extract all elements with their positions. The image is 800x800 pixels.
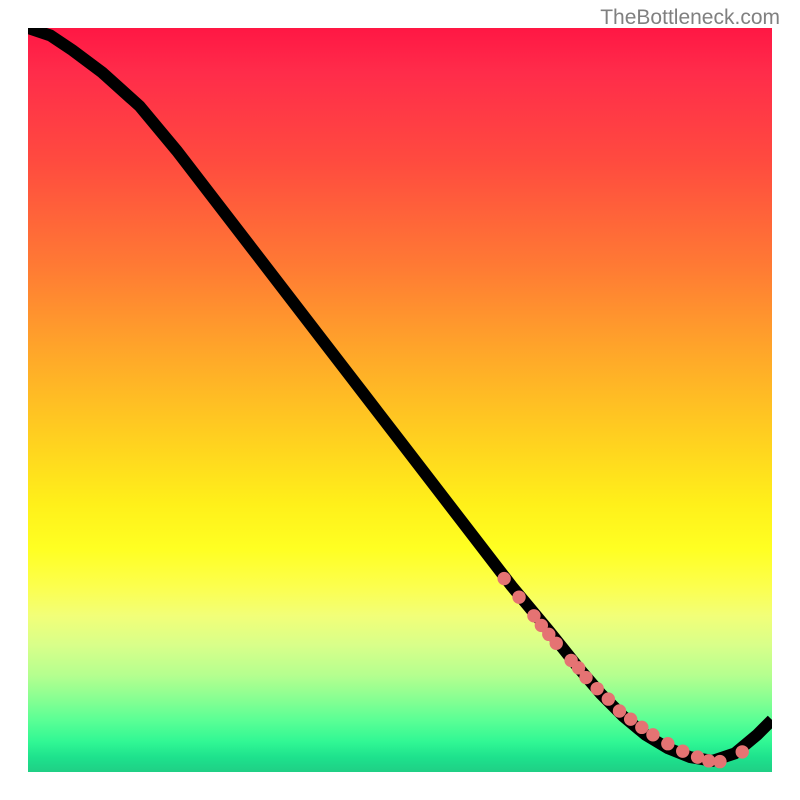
- watermark-text: TheBottleneck.com: [600, 6, 780, 30]
- scatter-point: [713, 755, 726, 768]
- scatter-point: [613, 704, 626, 717]
- chart-plot-area: [28, 28, 772, 772]
- scatter-point: [736, 745, 749, 758]
- scatter-point: [512, 590, 525, 603]
- scatter-point: [624, 712, 637, 725]
- scatter-point: [602, 692, 615, 705]
- scatter-points-group: [497, 572, 748, 768]
- scatter-point: [550, 637, 563, 650]
- scatter-point: [676, 744, 689, 757]
- scatter-point: [635, 721, 648, 734]
- bottleneck-curve-line: [28, 28, 772, 761]
- scatter-point: [590, 682, 603, 695]
- scatter-point: [579, 671, 592, 684]
- scatter-point: [661, 737, 674, 750]
- scatter-point: [497, 572, 510, 585]
- chart-svg-layer: [28, 28, 772, 772]
- scatter-point: [646, 728, 659, 741]
